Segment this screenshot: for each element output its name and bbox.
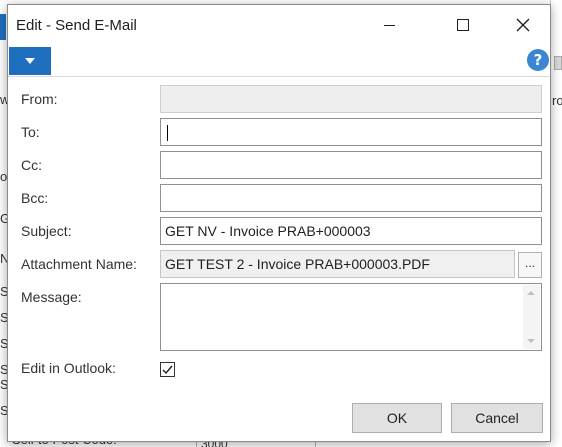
close-button[interactable] (500, 5, 546, 45)
window-title: Edit - Send E-Mail (16, 17, 137, 34)
attachment-name-label: Attachment Name: (21, 256, 137, 272)
checkmark-icon (162, 365, 173, 374)
scroll-up-icon[interactable] (527, 291, 535, 295)
ribbon-menu-button[interactable] (9, 47, 51, 75)
attachment-assist-button[interactable]: ... (518, 252, 542, 278)
ok-button[interactable]: OK (352, 403, 442, 433)
from-label: From: (21, 91, 58, 107)
minimize-icon (383, 24, 395, 26)
maximize-icon (457, 19, 469, 31)
minimize-button[interactable] (366, 5, 412, 45)
ribbon: ? (8, 45, 550, 77)
caret-down-icon (25, 57, 35, 64)
message-label: Message: (21, 289, 82, 305)
cancel-button[interactable]: Cancel (451, 403, 543, 433)
attachment-name-value: GET TEST 2 - Invoice PRAB+000003.PDF (165, 256, 430, 272)
background-right-text: ro (552, 93, 562, 108)
scroll-down-icon[interactable] (527, 339, 535, 343)
subject-label: Subject: (21, 223, 72, 239)
message-scrollbar[interactable] (523, 285, 540, 349)
attachment-name-field[interactable]: GET TEST 2 - Invoice PRAB+000003.PDF (160, 250, 515, 278)
to-field[interactable] (160, 118, 542, 146)
to-label: To: (21, 124, 40, 140)
edit-in-outlook-checkbox[interactable] (160, 362, 175, 377)
subject-value: GET NV - Invoice PRAB+000003 (165, 223, 371, 239)
background-toolbar-icon (554, 56, 562, 70)
close-icon (516, 18, 530, 32)
subject-field[interactable]: GET NV - Invoice PRAB+000003 (160, 217, 542, 245)
edit-in-outlook-label: Edit in Outlook: (21, 360, 116, 376)
from-field (160, 85, 542, 113)
bcc-label: Bcc: (21, 190, 49, 206)
title-bar[interactable]: Edit - Send E-Mail (8, 5, 550, 45)
maximize-button[interactable] (440, 5, 486, 45)
bcc-field[interactable] (160, 184, 542, 212)
cc-field[interactable] (160, 151, 542, 179)
cc-label: Cc: (21, 157, 42, 173)
help-button[interactable]: ? (527, 49, 549, 71)
background-ribbon-corner (0, 14, 6, 40)
message-field[interactable] (160, 283, 542, 351)
send-email-dialog: Edit - Send E-Mail ? From: To: Cc: Bcc: (7, 4, 551, 442)
text-cursor (167, 125, 168, 142)
